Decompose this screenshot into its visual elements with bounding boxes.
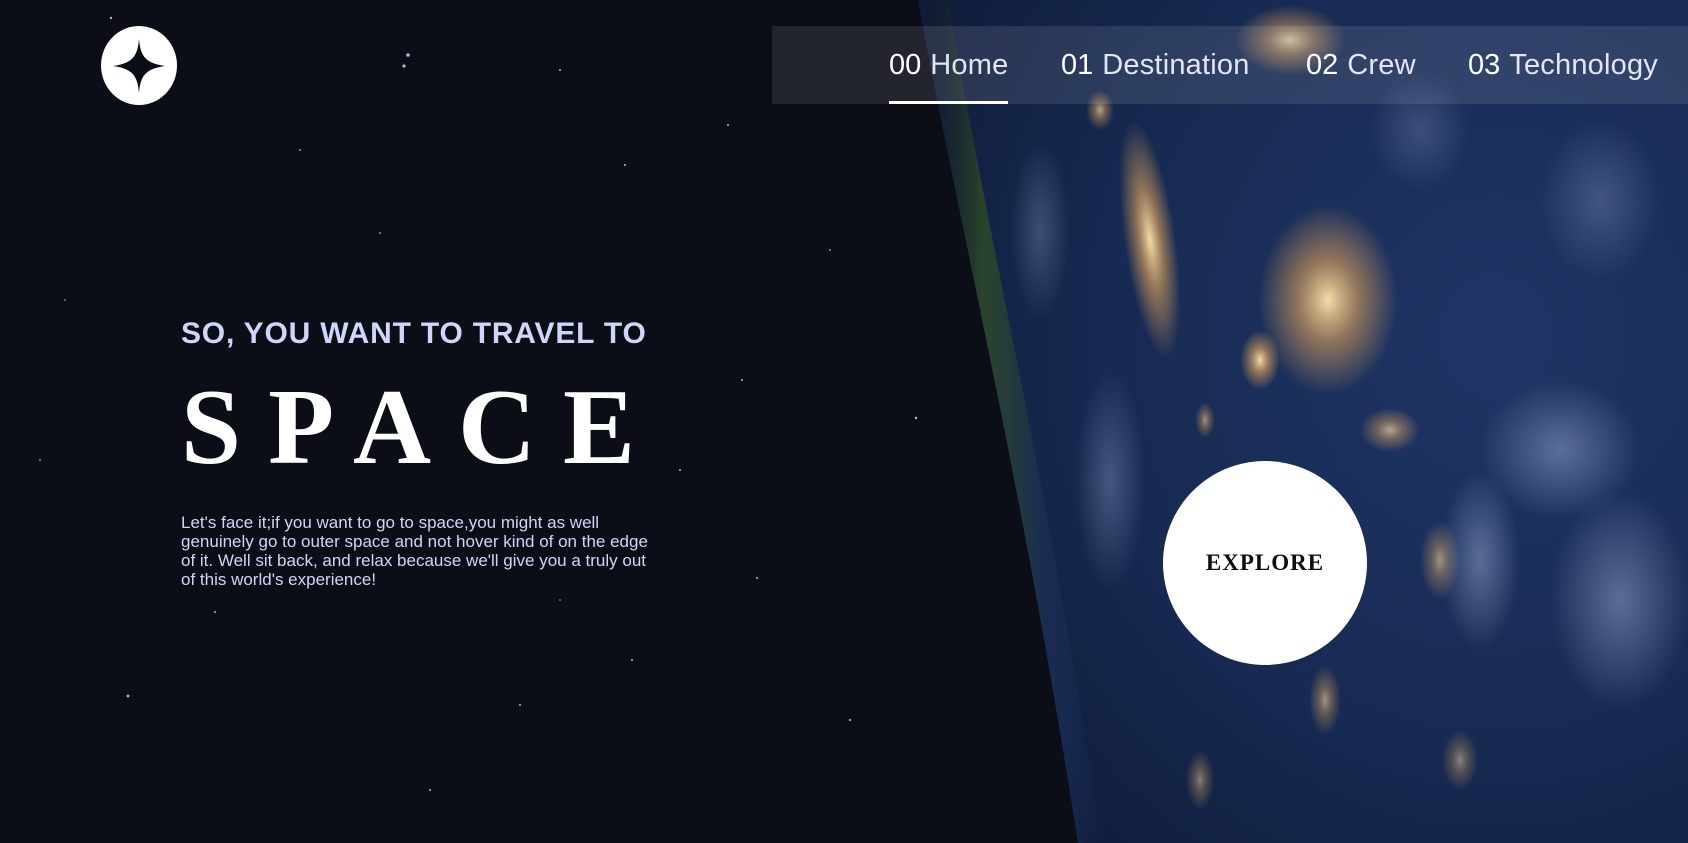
hero-kicker: SO, YOU WANT TO TRAVEL TO: [181, 317, 647, 350]
explore-button[interactable]: EXPLORE: [1163, 461, 1367, 665]
nav-item-home[interactable]: 00 Home: [889, 26, 1009, 104]
nav-item-number: 02: [1306, 48, 1339, 81]
page: 00 Home 01 Destination 02 Crew 03 Techno…: [0, 0, 1688, 843]
nav-item-crew[interactable]: 02 Crew: [1306, 26, 1416, 104]
hero-description: Let's face it;if you want to go to space…: [181, 513, 648, 589]
nav-item-number: 03: [1468, 48, 1501, 81]
nav-item-destination[interactable]: 01 Destination: [1061, 26, 1250, 104]
nav-item-technology[interactable]: 03 Technology: [1468, 26, 1658, 104]
nav-item-number: 01: [1061, 48, 1094, 81]
nav-item-label: Technology: [1509, 48, 1658, 81]
four-point-star-icon: [113, 38, 165, 93]
nav-item-label: Crew: [1347, 48, 1416, 81]
hero-headline: SPACE: [181, 368, 663, 487]
logo[interactable]: [101, 26, 177, 105]
primary-nav: 00 Home 01 Destination 02 Crew 03 Techno…: [772, 26, 1688, 104]
nav-item-label: Home: [930, 48, 1009, 81]
nav-item-label: Destination: [1102, 48, 1250, 81]
nav-item-number: 00: [889, 48, 922, 81]
